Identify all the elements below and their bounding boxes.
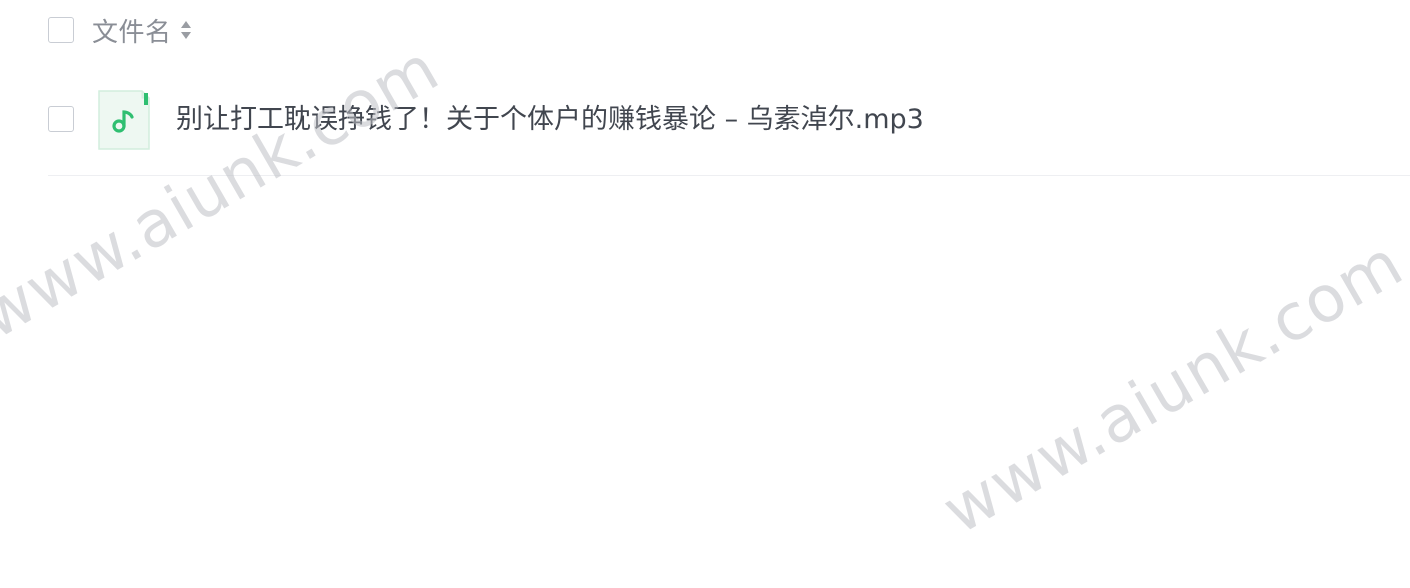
table-row[interactable]: 别让打工耽误挣钱了！关于个体户的赚钱暴论 – 乌素淖尔.mp3 [48,88,1410,176]
table-header: 文件名 [48,12,192,49]
filename-column-header[interactable]: 文件名 [92,12,172,49]
watermark: www.aiunk.com [0,31,452,354]
audio-file-icon [98,90,150,150]
row-checkbox[interactable] [48,106,74,132]
select-all-checkbox[interactable] [48,17,74,43]
file-name-link[interactable]: 别让打工耽误挣钱了！关于个体户的赚钱暴论 – 乌素淖尔.mp3 [176,103,924,137]
file-list-page: 文件名 别让打工耽误挣钱了！关于个体户的赚钱暴论 – 乌素淖尔.mp3 www.… [0,0,1410,588]
sort-icon[interactable] [180,19,192,41]
watermark: www.aiunk.com [931,226,1410,549]
